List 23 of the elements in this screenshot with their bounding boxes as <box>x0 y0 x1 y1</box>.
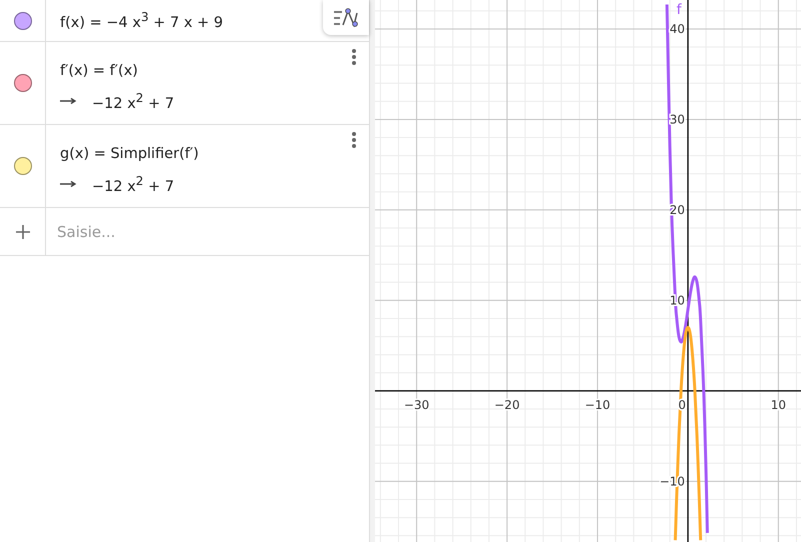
arrow-icon <box>60 96 78 105</box>
function-result: −12 x$^{2}$ + 7 <box>92 174 174 194</box>
plus-icon[interactable] <box>14 224 30 240</box>
visibility-toggle[interactable] <box>14 157 32 175</box>
function-definition[interactable]: f(x) = −4 x$^{3}$ + 7 x + 9 <box>60 10 224 31</box>
x-tick-label: −10 <box>584 398 610 412</box>
input-field[interactable]: Saisie... <box>46 208 369 255</box>
visibility-toggle[interactable] <box>14 12 32 30</box>
function-definition[interactable]: f′(x) = f′(x) <box>60 62 174 79</box>
more-menu-icon[interactable] <box>351 48 357 66</box>
function-definition[interactable]: g(x) = Simplifier(f′) <box>60 146 199 162</box>
visibility-toggle[interactable] <box>14 74 32 92</box>
y-tick-label: 40 <box>670 22 685 36</box>
x-tick-label: −30 <box>404 398 430 412</box>
arrow-icon <box>60 180 78 188</box>
algebra-graph-icon <box>333 6 359 28</box>
more-menu-icon[interactable] <box>351 131 357 149</box>
function-result: −12 x$^{2}$ + 7 <box>92 90 174 112</box>
x-tick-label: −20 <box>494 398 520 412</box>
y-tick-label: 30 <box>670 112 685 126</box>
view-toggle-button[interactable] <box>323 0 369 35</box>
curve-label: f <box>676 2 682 18</box>
x-tick-label: 10 <box>770 398 786 412</box>
